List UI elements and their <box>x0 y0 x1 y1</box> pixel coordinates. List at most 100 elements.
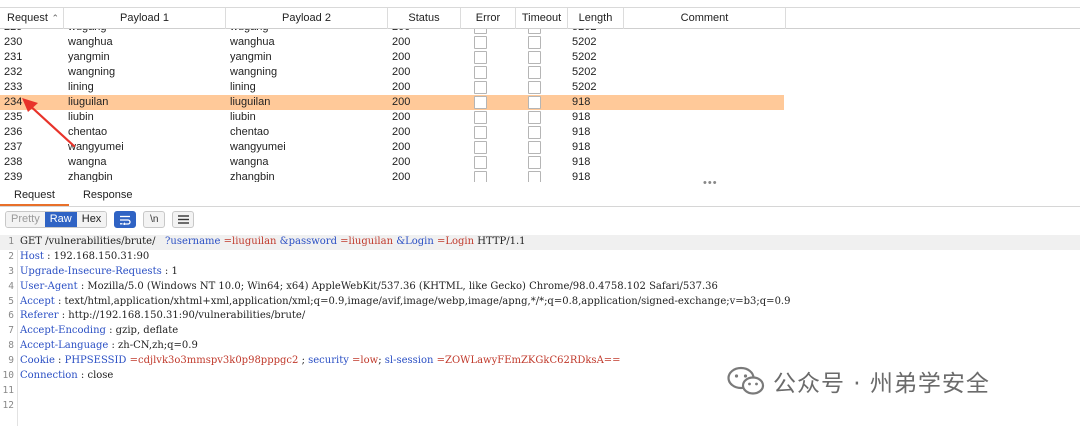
error-cell <box>461 65 516 80</box>
payload2-cell: liubin <box>230 111 256 123</box>
wrap-lines-button[interactable] <box>114 211 137 228</box>
line-number: 7 <box>8 325 14 337</box>
line-number: 10 <box>2 370 14 382</box>
status-cell: 200 <box>392 111 411 123</box>
error-cell <box>461 50 516 65</box>
table-row[interactable]: 232 wangning wangning 200 5202 <box>0 65 1080 80</box>
tab-request[interactable]: Request <box>0 186 69 206</box>
menu-button[interactable] <box>172 211 195 228</box>
payload2-cell: zhangbin <box>230 171 275 182</box>
error-checkbox <box>474 66 487 79</box>
wechat-icon <box>727 366 765 395</box>
line-content: Accept : text/html,application/xhtml+xml… <box>20 295 790 310</box>
table-row[interactable]: 237 wangyumei wangyumei 200 918 <box>0 140 1080 155</box>
table-row[interactable]: 235 liubin liubin 200 918 <box>0 110 1080 125</box>
line-number: 2 <box>8 250 14 262</box>
request-cell: 232 <box>4 66 23 78</box>
header-name: User-Agent <box>20 280 78 292</box>
timeout-cell <box>516 35 568 50</box>
timeout-cell <box>516 170 568 182</box>
watermark: 公众号 · 州弟学安全 <box>727 364 990 398</box>
line-content: User-Agent : Mozilla/5.0 (Windows NT 10.… <box>20 280 718 295</box>
column-timeout[interactable]: Timeout <box>516 8 568 29</box>
payload2-cell: yangmin <box>230 51 272 63</box>
editor-line: 1 GET /vulnerabilities/brute/ ?username … <box>0 235 1080 250</box>
error-cell <box>461 170 516 182</box>
header-name: Connection <box>20 370 78 382</box>
length-cell: 918 <box>572 171 591 182</box>
error-checkbox <box>474 36 487 49</box>
line-number: 1 <box>8 236 14 247</box>
query-param-value: =Login <box>433 236 475 247</box>
error-checkbox <box>474 81 487 94</box>
column-payload2[interactable]: Payload 2 <box>226 8 388 29</box>
view-mode-toggle: Pretty Raw Hex <box>5 211 108 228</box>
payload1-cell: wangning <box>68 66 116 78</box>
status-cell: 200 <box>392 81 411 93</box>
column-comment[interactable]: Comment <box>624 8 786 29</box>
timeout-checkbox <box>528 66 541 79</box>
timeout-checkbox <box>528 156 541 169</box>
error-cell <box>461 155 516 170</box>
column-length[interactable]: Length <box>568 8 624 29</box>
line-number: 9 <box>8 355 14 367</box>
wrap-lines-icon <box>120 215 131 225</box>
payload1-cell: wangna <box>68 156 107 168</box>
timeout-checkbox <box>528 81 541 94</box>
table-row-selected[interactable]: 234 liuguilan liuguilan 200 918 <box>0 95 1080 110</box>
table-row[interactable]: 238 wangna wangna 200 918 <box>0 155 1080 170</box>
payload2-cell: chentao <box>230 126 270 138</box>
timeout-cell <box>516 155 568 170</box>
payload1-cell: chentao <box>68 126 108 138</box>
editor-line: 8 Accept-Language : zh-CN,zh;q=0.9 <box>0 339 1080 354</box>
results-rows: 229 wugang wugang 200 5202 230 wanghua w… <box>0 29 1080 182</box>
payload2-cell: wangning <box>230 66 278 78</box>
timeout-checkbox <box>528 51 541 64</box>
line-number: 8 <box>8 340 14 352</box>
length-cell: 918 <box>572 126 591 138</box>
length-cell: 918 <box>572 156 591 168</box>
cookie-name: sl-session <box>384 355 434 367</box>
raw-button[interactable]: Raw <box>44 212 77 227</box>
table-row[interactable]: 233 lining lining 200 5202 <box>0 80 1080 95</box>
column-error[interactable]: Error <box>461 8 516 29</box>
error-cell <box>461 80 516 95</box>
request-cell: 231 <box>4 51 23 63</box>
error-cell <box>461 125 516 140</box>
header-name: Accept-Language <box>20 340 109 352</box>
payload1-cell: wangyumei <box>68 141 124 153</box>
payload2-cell: wangyumei <box>230 141 286 153</box>
timeout-cell <box>516 50 568 65</box>
pretty-button[interactable]: Pretty <box>6 212 45 227</box>
show-newlines-button[interactable]: \n <box>143 211 166 228</box>
query-param-key: &Login <box>393 236 434 247</box>
cookie-value: =ZOWLawyFEmZKGkC62RDksA== <box>433 355 621 367</box>
length-cell: 5202 <box>572 66 597 78</box>
table-row[interactable]: 230 wanghua wanghua 200 5202 <box>0 35 1080 50</box>
table-row[interactable]: 231 yangmin yangmin 200 5202 <box>0 50 1080 65</box>
column-payload1[interactable]: Payload 1 <box>64 8 226 29</box>
cookie-separator: ; <box>298 355 309 367</box>
payload2-cell: lining <box>230 81 256 93</box>
table-row[interactable]: 236 chentao chentao 200 918 <box>0 125 1080 140</box>
header-value: : gzip, deflate <box>105 325 179 337</box>
length-cell: 918 <box>572 141 591 153</box>
header-name: Cookie <box>20 355 55 367</box>
payload1-cell: liubin <box>68 111 94 123</box>
query-param-key: ?username <box>165 236 221 247</box>
sort-ascending-icon: ⌃ <box>51 13 59 23</box>
line-content: Accept-Language : zh-CN,zh;q=0.9 <box>20 339 198 354</box>
error-cell <box>461 140 516 155</box>
timeout-cell <box>516 125 568 140</box>
column-request[interactable]: Request ⌃ <box>0 8 64 29</box>
hex-button[interactable]: Hex <box>76 212 107 227</box>
line-content: Accept-Encoding : gzip, deflate <box>20 324 178 339</box>
header-value: : 192.168.150.31:90 <box>43 250 150 262</box>
error-cell <box>461 110 516 125</box>
error-checkbox <box>474 96 487 109</box>
table-row[interactable]: 239 zhangbin zhangbin 200 918 <box>0 170 1080 182</box>
line-content: Cookie : PHPSESSID =cdjlvk3o3mmspv3k0p98… <box>20 354 621 369</box>
timeout-checkbox <box>528 36 541 49</box>
column-status[interactable]: Status <box>388 8 461 29</box>
tab-response[interactable]: Response <box>69 186 147 206</box>
